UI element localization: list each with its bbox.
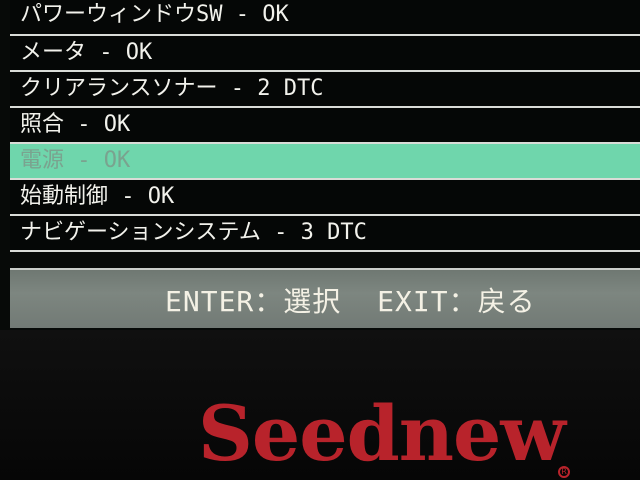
key-hint-bar: ENTER：選択 EXIT：戻る	[10, 268, 640, 328]
brand-logo: Seednew	[198, 389, 566, 478]
list-item-start-control[interactable]: 始動制御 - OK	[10, 180, 640, 216]
exit-back-hint: EXIT：戻る	[377, 285, 536, 318]
diagnostic-screen: パワーウィンドウSW - OK メータ - OK クリアランスソナー - 2 D…	[0, 0, 640, 330]
list-item-label: メータ - OK	[20, 40, 153, 65]
registered-mark-icon: R	[558, 466, 570, 478]
enter-select-hint: ENTER：選択	[165, 285, 342, 318]
list-item-label: 始動制御 - OK	[20, 184, 175, 209]
list-item-label: ナビゲーションシステム - 3 DTC	[20, 220, 367, 245]
key-hints: ENTER：選択 EXIT：戻る	[165, 280, 554, 320]
system-list: パワーウィンドウSW - OK メータ - OK クリアランスソナー - 2 D…	[10, 0, 640, 252]
list-item-label: パワーウィンドウSW - OK	[20, 2, 289, 27]
list-item-clearance-sonar[interactable]: クリアランスソナー - 2 DTC	[10, 72, 640, 108]
list-item-power-source[interactable]: 電源 - OK	[10, 144, 640, 180]
list-item-label: クリアランスソナー - 2 DTC	[20, 76, 324, 101]
list-item-power-window[interactable]: パワーウィンドウSW - OK	[10, 0, 640, 36]
list-item-label: 照合 - OK	[20, 112, 131, 137]
list-item-verification[interactable]: 照合 - OK	[10, 108, 640, 144]
list-item-navigation-system[interactable]: ナビゲーションシステム - 3 DTC	[10, 216, 640, 252]
list-item-meter[interactable]: メータ - OK	[10, 36, 640, 72]
list-item-label: 電源 - OK	[20, 148, 131, 173]
